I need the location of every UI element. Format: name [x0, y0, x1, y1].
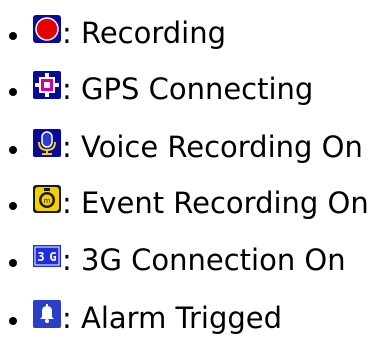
legend-item-gps: : GPS Connecting: [0, 71, 389, 107]
svg-text:m: m: [44, 197, 51, 205]
legend-label: : GPS Connecting: [62, 72, 314, 106]
bullet: [9, 32, 17, 40]
legend-item-alarm: : Alarm Trigged: [0, 300, 389, 336]
bullet: [9, 146, 17, 154]
svg-text:G: G: [49, 250, 56, 264]
legend-label: : 3G Connection On: [62, 243, 346, 277]
alarm-icon: [33, 300, 61, 328]
bullet: [9, 317, 17, 325]
legend-label: : Recording: [62, 16, 227, 50]
legend-item-3g: 3 G : 3G Connection On: [0, 242, 389, 278]
legend-item-recording: : Recording: [0, 15, 389, 51]
legend-item-event: m : Event Recording On: [0, 185, 389, 221]
legend-item-voice: : Voice Recording On: [0, 129, 389, 165]
legend-label: : Event Recording On: [62, 186, 369, 220]
3g-connection-icon: 3 G: [33, 242, 61, 270]
svg-text:3: 3: [37, 250, 44, 264]
recording-icon: [33, 15, 61, 43]
gps-connecting-icon: [33, 71, 61, 99]
bullet: [9, 202, 17, 210]
voice-recording-icon: [33, 129, 61, 157]
legend-label: : Voice Recording On: [62, 130, 363, 164]
event-recording-icon: m: [33, 185, 61, 213]
legend-label: : Alarm Trigged: [62, 301, 283, 335]
bullet: [9, 259, 17, 267]
bullet: [9, 88, 17, 96]
icon-legend-list: : Recording : GPS Connecting : Voice Rec…: [0, 0, 389, 345]
